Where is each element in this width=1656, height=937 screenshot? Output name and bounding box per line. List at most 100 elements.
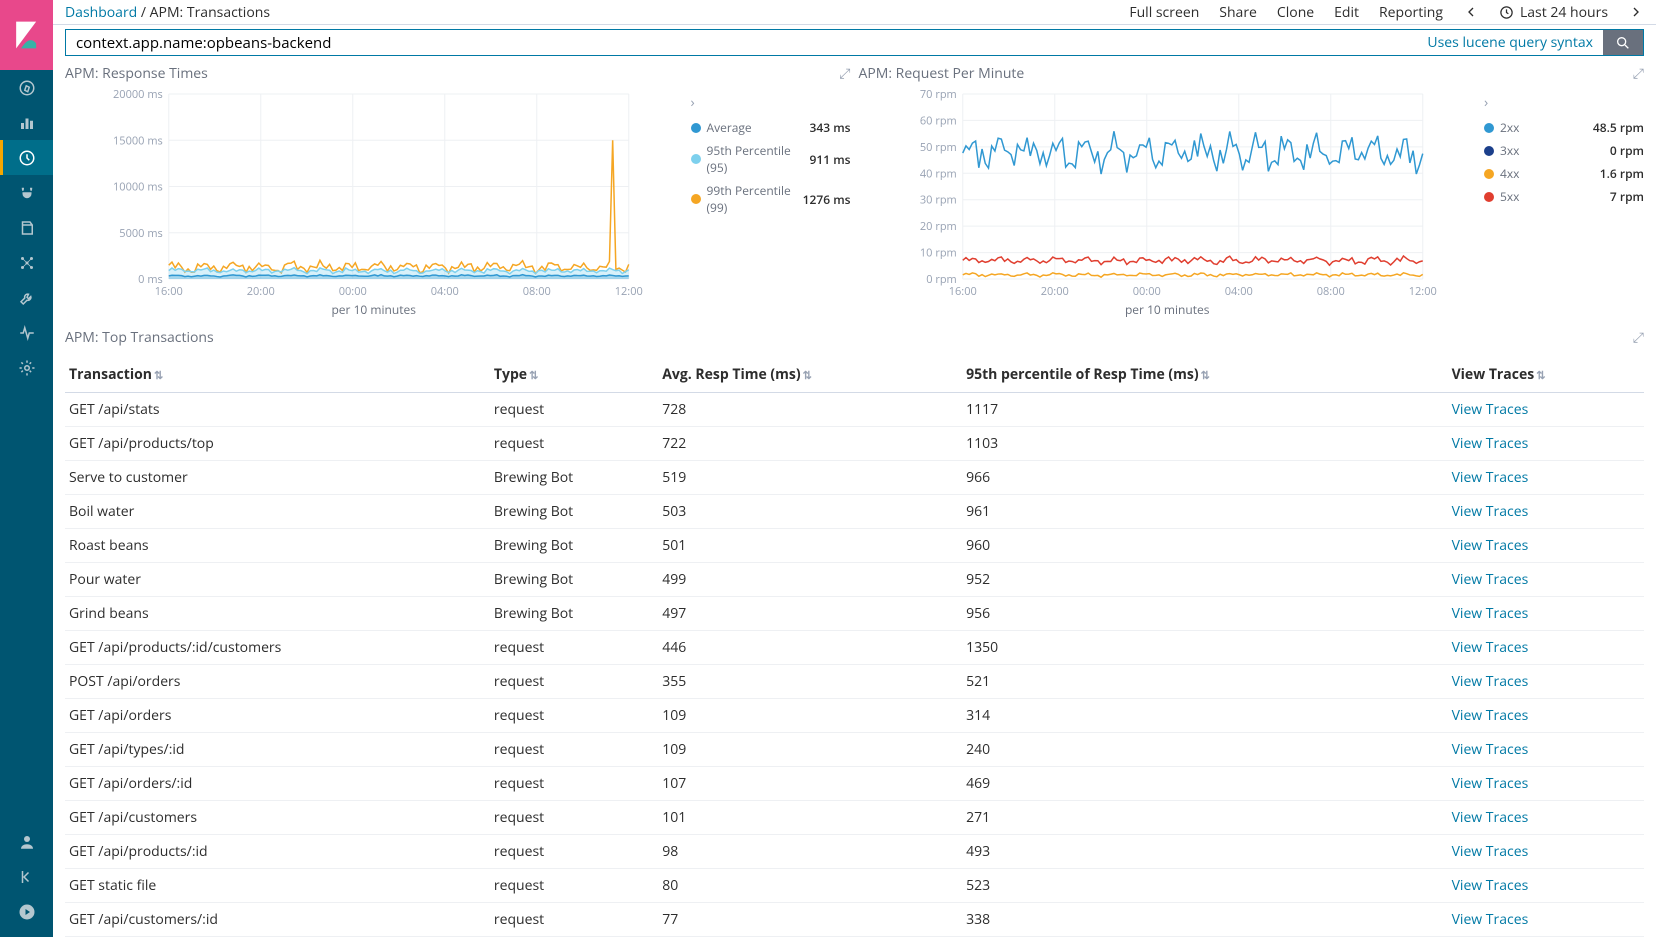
- svg-text:08:00: 08:00: [523, 284, 551, 299]
- cell-transaction: GET /api/customers/:id: [65, 903, 490, 937]
- svg-text:16:00: 16:00: [155, 284, 183, 299]
- legend-name: 5xx: [1500, 188, 1604, 205]
- view-traces-link[interactable]: View Traces: [1452, 808, 1529, 827]
- panel-title: APM: Response Times: [65, 64, 851, 83]
- legend-name: 95th Percentile (95): [707, 142, 804, 176]
- visualize-icon[interactable]: [0, 105, 53, 140]
- view-traces-link[interactable]: View Traces: [1452, 570, 1529, 589]
- cell-avg: 722: [658, 427, 962, 461]
- cell-transaction: Serve to customer: [65, 461, 490, 495]
- cell-type: request: [490, 903, 658, 937]
- breadcrumb-root[interactable]: Dashboard: [65, 3, 137, 22]
- column-header[interactable]: Avg. Resp Time (ms)⇅: [658, 357, 962, 393]
- legend-value: 911 ms: [810, 151, 851, 168]
- cell-p95: 956: [962, 597, 1448, 631]
- view-traces-link[interactable]: View Traces: [1452, 842, 1529, 861]
- response-times-chart[interactable]: 0 ms5000 ms10000 ms15000 ms20000 ms16:00…: [65, 89, 683, 318]
- cell-avg: 728: [658, 393, 962, 427]
- monitoring-icon[interactable]: [0, 315, 53, 350]
- cell-type: request: [490, 699, 658, 733]
- view-traces-link[interactable]: View Traces: [1452, 910, 1529, 929]
- legend-item[interactable]: 4xx1.6 rpm: [1484, 162, 1644, 185]
- expand-icon[interactable]: ⤢: [1633, 64, 1644, 83]
- ml-icon[interactable]: [0, 245, 53, 280]
- edit-button[interactable]: Edit: [1334, 3, 1359, 22]
- column-header[interactable]: Type⇅: [490, 357, 658, 393]
- cell-avg: 109: [658, 699, 962, 733]
- query-input[interactable]: [66, 30, 1417, 55]
- share-button[interactable]: Share: [1219, 3, 1257, 22]
- table-row: Roast beansBrewing Bot501960View Traces: [65, 529, 1644, 563]
- svg-text:5000 ms: 5000 ms: [119, 226, 162, 241]
- legend-item[interactable]: 99th Percentile (99)1276 ms: [691, 179, 851, 219]
- cell-type: request: [490, 835, 658, 869]
- svg-text:70 rpm: 70 rpm: [919, 89, 956, 102]
- collapse-icon[interactable]: [0, 859, 53, 894]
- reporting-button[interactable]: Reporting: [1379, 3, 1443, 22]
- time-picker[interactable]: Last 24 hours: [1499, 3, 1608, 22]
- legend-item[interactable]: 95th Percentile (95) 911 ms: [691, 139, 851, 179]
- view-traces-link[interactable]: View Traces: [1452, 502, 1529, 521]
- timelion-icon[interactable]: [0, 175, 53, 210]
- table-row: GET /api/statsrequest7281117View Traces: [65, 393, 1644, 427]
- canvas-icon[interactable]: [0, 210, 53, 245]
- legend-name: Average: [707, 119, 804, 136]
- table-row: GET /api/products/:id/customersrequest44…: [65, 631, 1644, 665]
- legend-toggle-icon[interactable]: ›: [1484, 93, 1644, 112]
- lucene-hint[interactable]: Uses lucene query syntax: [1417, 33, 1603, 52]
- kibana-logo[interactable]: [0, 0, 53, 70]
- view-traces-link[interactable]: View Traces: [1452, 672, 1529, 691]
- cell-transaction: Boil water: [65, 495, 490, 529]
- table-row: GET /api/ordersrequest109314View Traces: [65, 699, 1644, 733]
- view-traces-link[interactable]: View Traces: [1452, 876, 1529, 895]
- view-traces-link[interactable]: View Traces: [1452, 740, 1529, 759]
- legend-toggle-icon[interactable]: ›: [691, 93, 851, 112]
- logout-icon[interactable]: [0, 894, 53, 929]
- cell-avg: 109: [658, 733, 962, 767]
- clone-button[interactable]: Clone: [1277, 3, 1314, 22]
- time-next-button[interactable]: [1628, 4, 1644, 20]
- user-icon[interactable]: [0, 824, 53, 859]
- column-header[interactable]: Transaction⇅: [65, 357, 490, 393]
- management-icon[interactable]: [0, 350, 53, 385]
- view-traces-link[interactable]: View Traces: [1452, 468, 1529, 487]
- dashboard-icon[interactable]: [0, 140, 53, 175]
- cell-transaction: GET /api/orders/:id: [65, 767, 490, 801]
- legend-item[interactable]: 3xx0 rpm: [1484, 139, 1644, 162]
- discover-icon[interactable]: [0, 70, 53, 105]
- cell-transaction: GET static file: [65, 869, 490, 903]
- view-traces-link[interactable]: View Traces: [1452, 434, 1529, 453]
- cell-type: request: [490, 869, 658, 903]
- column-header[interactable]: View Traces⇅: [1448, 357, 1644, 393]
- cell-avg: 519: [658, 461, 962, 495]
- svg-text:12:00: 12:00: [1408, 284, 1436, 299]
- legend-item[interactable]: Average343 ms: [691, 116, 851, 139]
- devtools-icon[interactable]: [0, 280, 53, 315]
- table-row: GET /api/products/:idrequest98493View Tr…: [65, 835, 1644, 869]
- cell-avg: 107: [658, 767, 962, 801]
- view-traces-link[interactable]: View Traces: [1452, 400, 1529, 419]
- cell-type: request: [490, 801, 658, 835]
- expand-icon[interactable]: ⤢: [1633, 328, 1644, 347]
- table-row: Boil waterBrewing Bot503961View Traces: [65, 495, 1644, 529]
- rpm-chart[interactable]: 0 rpm10 rpm20 rpm30 rpm40 rpm50 rpm60 rp…: [859, 89, 1477, 318]
- view-traces-link[interactable]: View Traces: [1452, 774, 1529, 793]
- expand-icon[interactable]: ⤢: [839, 64, 850, 83]
- view-traces-link[interactable]: View Traces: [1452, 604, 1529, 623]
- fullscreen-button[interactable]: Full screen: [1129, 3, 1199, 22]
- cell-type: Brewing Bot: [490, 529, 658, 563]
- column-header[interactable]: 95th percentile of Resp Time (ms)⇅: [962, 357, 1448, 393]
- legend-item[interactable]: 2xx48.5 rpm: [1484, 116, 1644, 139]
- time-prev-button[interactable]: [1463, 4, 1479, 20]
- view-traces-link[interactable]: View Traces: [1452, 638, 1529, 657]
- cell-type: Brewing Bot: [490, 563, 658, 597]
- legend-item[interactable]: 5xx7 rpm: [1484, 185, 1644, 208]
- search-button[interactable]: [1603, 30, 1643, 55]
- cell-avg: 499: [658, 563, 962, 597]
- svg-text:30 rpm: 30 rpm: [919, 193, 956, 208]
- legend-value: 0 rpm: [1610, 142, 1644, 159]
- cell-p95: 961: [962, 495, 1448, 529]
- cell-p95: 1117: [962, 393, 1448, 427]
- view-traces-link[interactable]: View Traces: [1452, 536, 1529, 555]
- view-traces-link[interactable]: View Traces: [1452, 706, 1529, 725]
